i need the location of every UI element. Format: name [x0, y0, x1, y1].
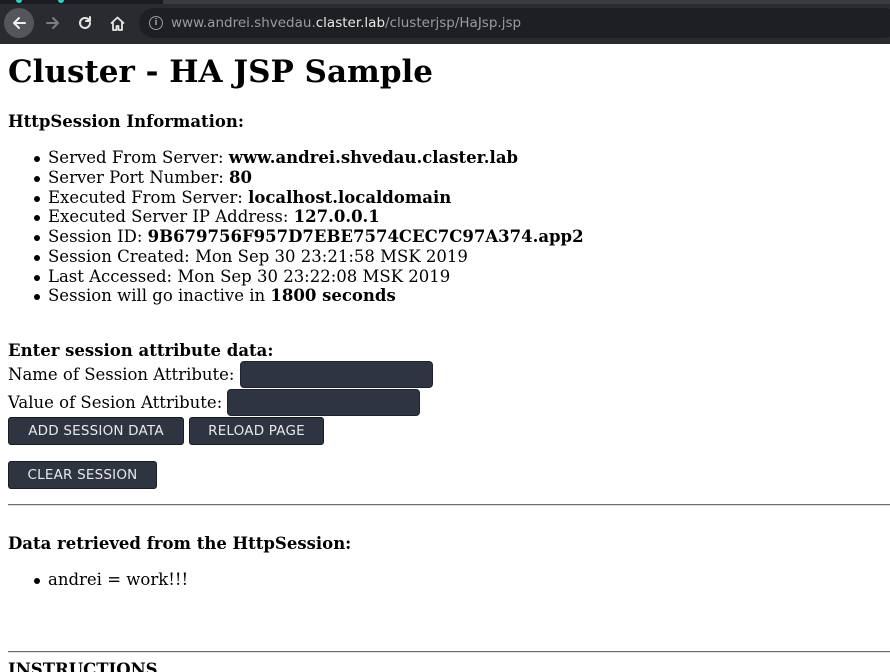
- add-session-data-button[interactable]: ADD SESSION DATA: [8, 417, 184, 445]
- list-item: Server Port Number: 80: [34, 167, 584, 188]
- value-label: Value of Sesion Attribute:: [8, 393, 223, 412]
- active-tab[interactable]: [163, 0, 890, 4]
- list-item: Session ID: 9B679756F957D7EBE7574CEC7C97…: [34, 227, 584, 247]
- list-item: Session will go inactive in 1800 seconds: [34, 286, 584, 306]
- home-button[interactable]: [102, 8, 132, 38]
- info-value: localhost.localdomain: [248, 187, 452, 207]
- list-item: Executed From Server: localhost.localdom…: [34, 187, 584, 208]
- info-value: 9B679756F957D7EBE7574CEC7C97A374.app2: [147, 227, 584, 246]
- tab-indicator: [16, 0, 22, 3]
- info-value: Mon Sep 30 23:22:08 MSK 2019: [177, 266, 451, 286]
- info-label: Executed Server IP Address:: [48, 207, 294, 227]
- list-item: Last Accessed: Mon Sep 30 23:22:08 MSK 2…: [34, 266, 584, 287]
- instructions-heading: INSTRUCTIONS: [8, 660, 158, 672]
- info-label: Served From Server:: [48, 148, 229, 167]
- info-value: 80: [229, 167, 253, 187]
- tab-indicator: [58, 0, 64, 3]
- session-info-list: Served From Server: www.andrei.shvedau.c…: [34, 148, 584, 306]
- arrow-right-icon: [46, 17, 59, 29]
- url-host: claster.lab: [315, 15, 386, 31]
- name-row: Name of Session Attribute:: [8, 361, 433, 388]
- tab-strip: [0, 0, 890, 4]
- back-button[interactable]: [4, 8, 34, 38]
- session-info-heading: HttpSession Information:: [8, 112, 245, 131]
- arrow-left-icon: [13, 17, 26, 29]
- divider: [8, 504, 890, 506]
- info-value: 127.0.0.1: [293, 207, 380, 227]
- page-content: Cluster - HA JSP Sample HttpSession Info…: [0, 44, 890, 672]
- clear-session-button[interactable]: CLEAR SESSION: [8, 461, 157, 489]
- reload-page-button[interactable]: RELOAD PAGE: [189, 417, 324, 445]
- home-icon: [109, 16, 125, 31]
- url-text: www.andrei.shvedau.claster.lab/clusterjs…: [171, 15, 521, 31]
- attribute-name-input[interactable]: [239, 361, 433, 388]
- name-label: Name of Session Attribute:: [8, 365, 235, 384]
- info-label: Executed From Server:: [48, 187, 249, 207]
- list-item: Session Created: Mon Sep 30 23:21:58 MSK…: [34, 246, 584, 267]
- info-label: Session will go inactive in: [48, 286, 271, 306]
- reload-button[interactable]: [70, 8, 100, 38]
- list-item: Executed Server IP Address: 127.0.0.1: [34, 207, 584, 227]
- info-label: Session Created:: [48, 246, 195, 266]
- value-row: Value of Sesion Attribute:: [8, 389, 421, 416]
- list-item: andrei = work!!!: [33, 570, 189, 589]
- info-label: Session ID:: [48, 227, 148, 246]
- reload-icon: [79, 16, 91, 29]
- info-label: Server Port Number:: [48, 167, 230, 187]
- info-value: www.andrei.shvedau.claster.lab: [228, 148, 519, 167]
- browser-toolbar: i www.andrei.shvedau.claster.lab/cluster…: [0, 0, 890, 44]
- session-data-list: andrei = work!!!: [33, 570, 189, 590]
- data-heading: Data retrieved from the HttpSession:: [8, 534, 352, 553]
- info-value: 1800 seconds: [270, 286, 396, 306]
- address-bar[interactable]: i www.andrei.shvedau.claster.lab/cluster…: [139, 8, 890, 38]
- info-value: Mon Sep 30 23:21:58 MSK 2019: [194, 246, 468, 266]
- url-prefix: www.andrei.shvedau.: [171, 15, 316, 31]
- list-item: Served From Server: www.andrei.shvedau.c…: [34, 148, 584, 168]
- attribute-value-input[interactable]: [227, 389, 421, 416]
- divider: [8, 651, 890, 653]
- info-label: Last Accessed:: [48, 266, 178, 286]
- page-title: Cluster - HA JSP Sample: [8, 54, 434, 90]
- info-icon[interactable]: i: [149, 16, 163, 30]
- forward-button[interactable]: [38, 8, 68, 38]
- url-path: /clusterjsp/HaJsp.jsp: [385, 15, 522, 31]
- form-heading: Enter session attribute data:: [8, 341, 274, 360]
